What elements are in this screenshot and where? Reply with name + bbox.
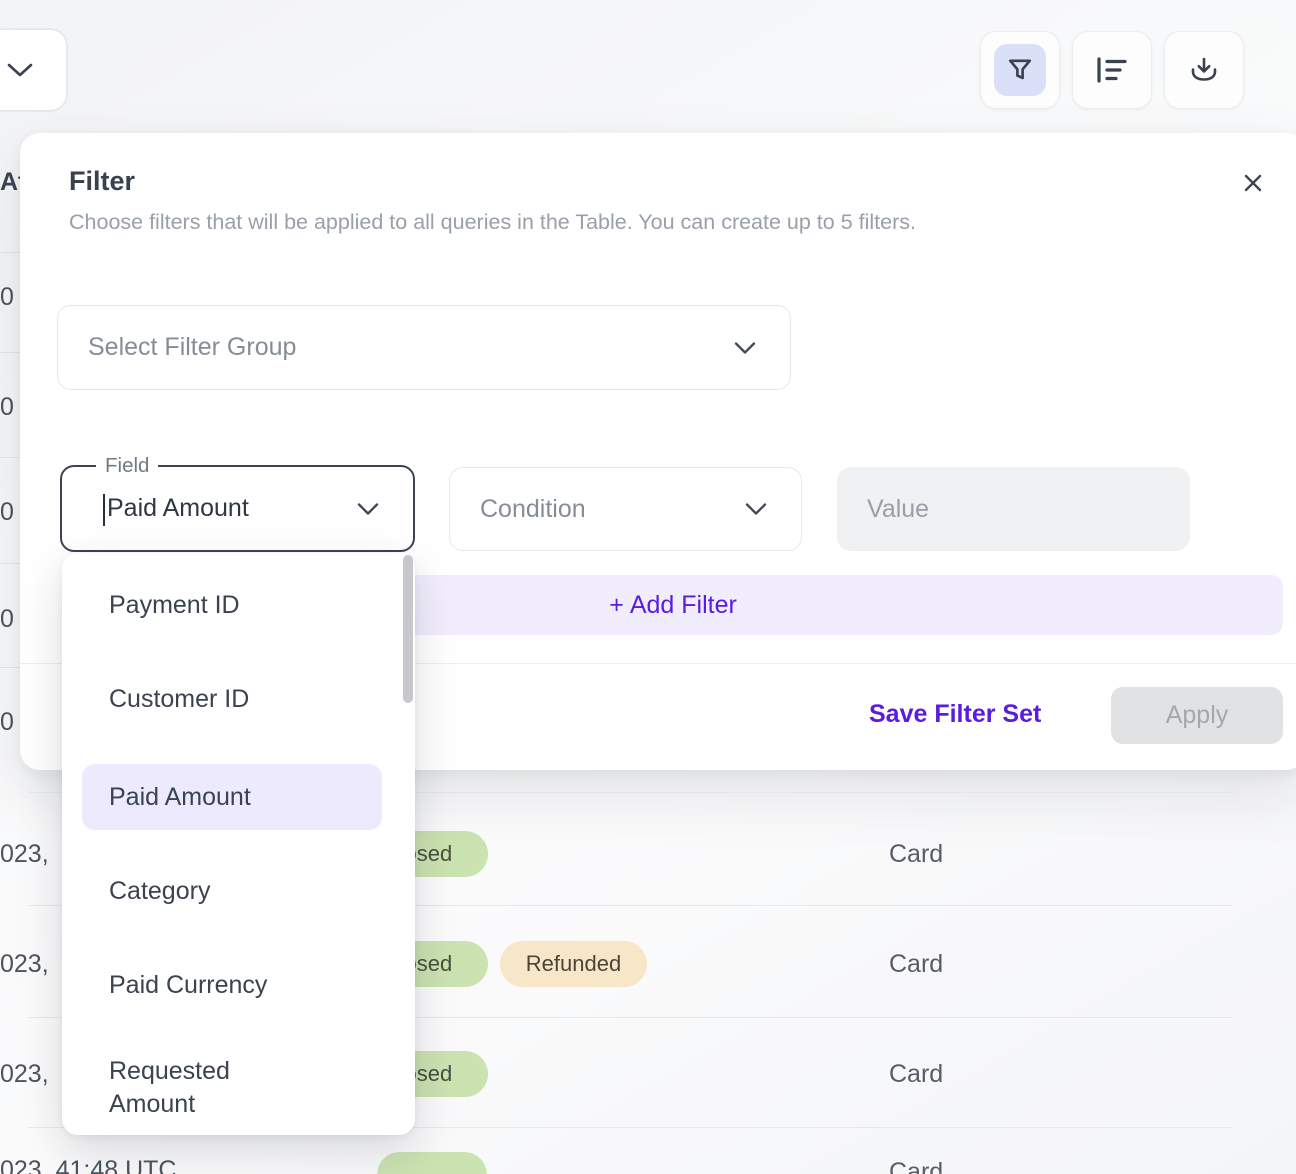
divider xyxy=(0,563,22,564)
dropdown-item-requested-amount[interactable]: Requested Amount xyxy=(82,1040,382,1136)
field-select[interactable]: Field Paid Amount xyxy=(60,465,415,552)
save-filter-set-link[interactable]: Save Filter Set xyxy=(869,700,1041,729)
dropdown-item-payment-id[interactable]: Payment ID xyxy=(82,572,382,638)
close-button[interactable] xyxy=(1238,168,1268,198)
divider xyxy=(0,457,22,458)
plus-icon: + xyxy=(609,591,624,620)
condition-select[interactable]: Condition xyxy=(449,467,802,551)
created-at-cell: 023, xyxy=(0,1060,49,1089)
apply-button[interactable]: Apply xyxy=(1111,687,1283,744)
method-cell: Card xyxy=(889,840,943,869)
dropdown-item-customer-id[interactable]: Customer ID xyxy=(82,666,382,732)
chevron-down-icon xyxy=(745,503,767,516)
field-select-value: Paid Amount xyxy=(107,494,249,523)
method-cell: Card xyxy=(889,1158,943,1174)
method-cell: Card xyxy=(889,950,943,979)
filter-group-placeholder: Select Filter Group xyxy=(88,333,296,362)
collapse-button[interactable] xyxy=(0,28,68,112)
divider xyxy=(0,667,22,668)
refund-status-badge: Refunded xyxy=(500,941,647,987)
chevron-down-icon xyxy=(357,502,379,515)
field-dropdown-menu: Payment ID Customer ID Paid Amount Categ… xyxy=(62,553,415,1135)
chevron-down-icon xyxy=(734,341,756,354)
download-button[interactable] xyxy=(1164,31,1244,109)
chevron-down-icon xyxy=(6,62,34,78)
text-cursor xyxy=(103,494,105,526)
sort-lines-icon xyxy=(1094,55,1130,85)
condition-placeholder: Condition xyxy=(480,495,586,524)
dropdown-item-paid-amount[interactable]: Paid Amount xyxy=(82,764,382,830)
value-placeholder: Value xyxy=(867,495,929,524)
dropdown-item-category[interactable]: Category xyxy=(82,858,382,924)
divider xyxy=(0,352,22,353)
dropdown-item-paid-currency[interactable]: Paid Currency xyxy=(82,952,382,1018)
created-at-cell: 023, xyxy=(0,840,49,869)
status-badge xyxy=(377,1152,487,1174)
modal-title: Filter xyxy=(69,166,135,197)
modal-subtitle: Choose filters that will be applied to a… xyxy=(69,210,916,235)
close-icon xyxy=(1240,170,1266,196)
sort-button[interactable] xyxy=(1072,31,1152,109)
filter-button[interactable] xyxy=(980,31,1060,109)
filter-group-select[interactable]: Select Filter Group xyxy=(57,305,791,390)
method-cell: Card xyxy=(889,1060,943,1089)
screen: At 0 0 0 0 0 023, Closed Card 023, Close… xyxy=(0,0,1296,1174)
value-input[interactable]: Value xyxy=(837,467,1190,551)
funnel-icon xyxy=(994,44,1046,96)
add-filter-label: Add Filter xyxy=(630,591,737,620)
field-select-label: Field xyxy=(96,452,158,481)
created-at-cell: 023, 41:48 UTC xyxy=(0,1156,177,1174)
created-at-cell: 023, xyxy=(0,950,49,979)
download-icon xyxy=(1187,54,1221,86)
scrollbar-thumb[interactable] xyxy=(403,555,413,703)
